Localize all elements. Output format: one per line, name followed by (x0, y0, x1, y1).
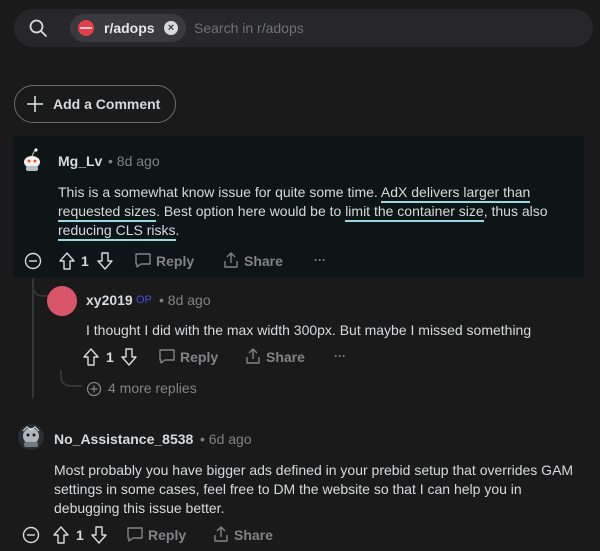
comment-actions: 1 Reply Share ··· (24, 250, 344, 274)
vote-count: 1 (106, 349, 114, 365)
comment-actions: 1 Reply Share (22, 524, 292, 548)
vote-count: 1 (76, 527, 84, 543)
comment-username[interactable]: Mg_Lv (58, 153, 102, 169)
comment-text: This is a somewhat know issue for quite … (58, 184, 381, 200)
upvote-icon[interactable] (82, 347, 100, 367)
highlighted-text: limit the container size (345, 203, 484, 222)
reply-button[interactable]: Reply (134, 250, 214, 274)
search-icon (29, 19, 47, 37)
share-icon (214, 526, 228, 542)
reply-icon (127, 527, 143, 542)
comment-text: . (175, 222, 180, 238)
share-button[interactable]: Share (222, 250, 302, 274)
comment-username[interactable]: No_Assistance_8538 (54, 431, 193, 447)
share-button[interactable]: Share (244, 346, 324, 370)
add-comment-label: Add a Comment (53, 96, 161, 112)
reply-icon (135, 253, 151, 268)
reply-button[interactable]: Reply (126, 524, 206, 548)
comment-timestamp[interactable]: • 8d ago (108, 153, 160, 169)
comment-body: I thought I did with the max width 300px… (86, 322, 532, 338)
search-bar[interactable]: r/adops × Search in r/adops (14, 9, 593, 47)
reply-icon (159, 349, 175, 364)
comment-text: , thus also (483, 203, 548, 219)
collapse-icon[interactable] (24, 252, 42, 270)
comment-timestamp[interactable]: • 8d ago (159, 292, 211, 308)
reply-label: Reply (148, 527, 187, 543)
reply-label: Reply (156, 253, 195, 269)
more-replies-label: 4 more replies (108, 380, 197, 396)
plus-icon (27, 96, 43, 112)
collapse-icon[interactable] (22, 526, 40, 544)
comment-timestamp[interactable]: • 6d ago (200, 431, 252, 447)
expand-icon (86, 381, 102, 397)
comment-actions: 1 Reply Share ··· (82, 346, 372, 370)
downvote-icon[interactable] (120, 347, 138, 367)
subreddit-name: r/adops (104, 20, 155, 36)
share-label: Share (244, 253, 283, 269)
share-icon (246, 348, 260, 364)
upvote-icon[interactable] (58, 251, 76, 271)
more-options-icon[interactable]: ··· (314, 253, 326, 267)
thread-connector (60, 370, 82, 387)
downvote-icon[interactable] (90, 525, 108, 545)
search-input[interactable]: Search in r/adops (194, 20, 304, 36)
vote-count: 1 (81, 253, 89, 269)
clear-subreddit-icon[interactable]: × (164, 21, 178, 35)
downvote-icon[interactable] (96, 251, 114, 271)
subreddit-icon (78, 20, 94, 36)
upvote-icon[interactable] (52, 525, 70, 545)
comment-username[interactable]: xy2019 (86, 292, 133, 308)
comment-body: Most probably you have bigger ads define… (54, 462, 574, 516)
avatar[interactable] (19, 146, 45, 172)
avatar[interactable] (47, 286, 77, 316)
share-label: Share (266, 349, 305, 365)
comment-body: This is a somewhat know issue for quite … (58, 183, 580, 241)
share-icon (224, 252, 238, 268)
reply-label: Reply (180, 349, 219, 365)
op-badge: OP (136, 294, 152, 306)
reply-button[interactable]: Reply (158, 346, 238, 370)
subreddit-chip[interactable]: r/adops × (70, 14, 186, 42)
share-button[interactable]: Share (212, 524, 292, 548)
comment-text: . Best option here would be to (156, 203, 346, 219)
add-comment-button[interactable]: Add a Comment (14, 85, 176, 123)
avatar[interactable] (18, 424, 44, 450)
highlighted-text: reducing CLS risks (58, 222, 176, 241)
more-options-icon[interactable]: ··· (334, 349, 346, 363)
share-label: Share (234, 527, 273, 543)
